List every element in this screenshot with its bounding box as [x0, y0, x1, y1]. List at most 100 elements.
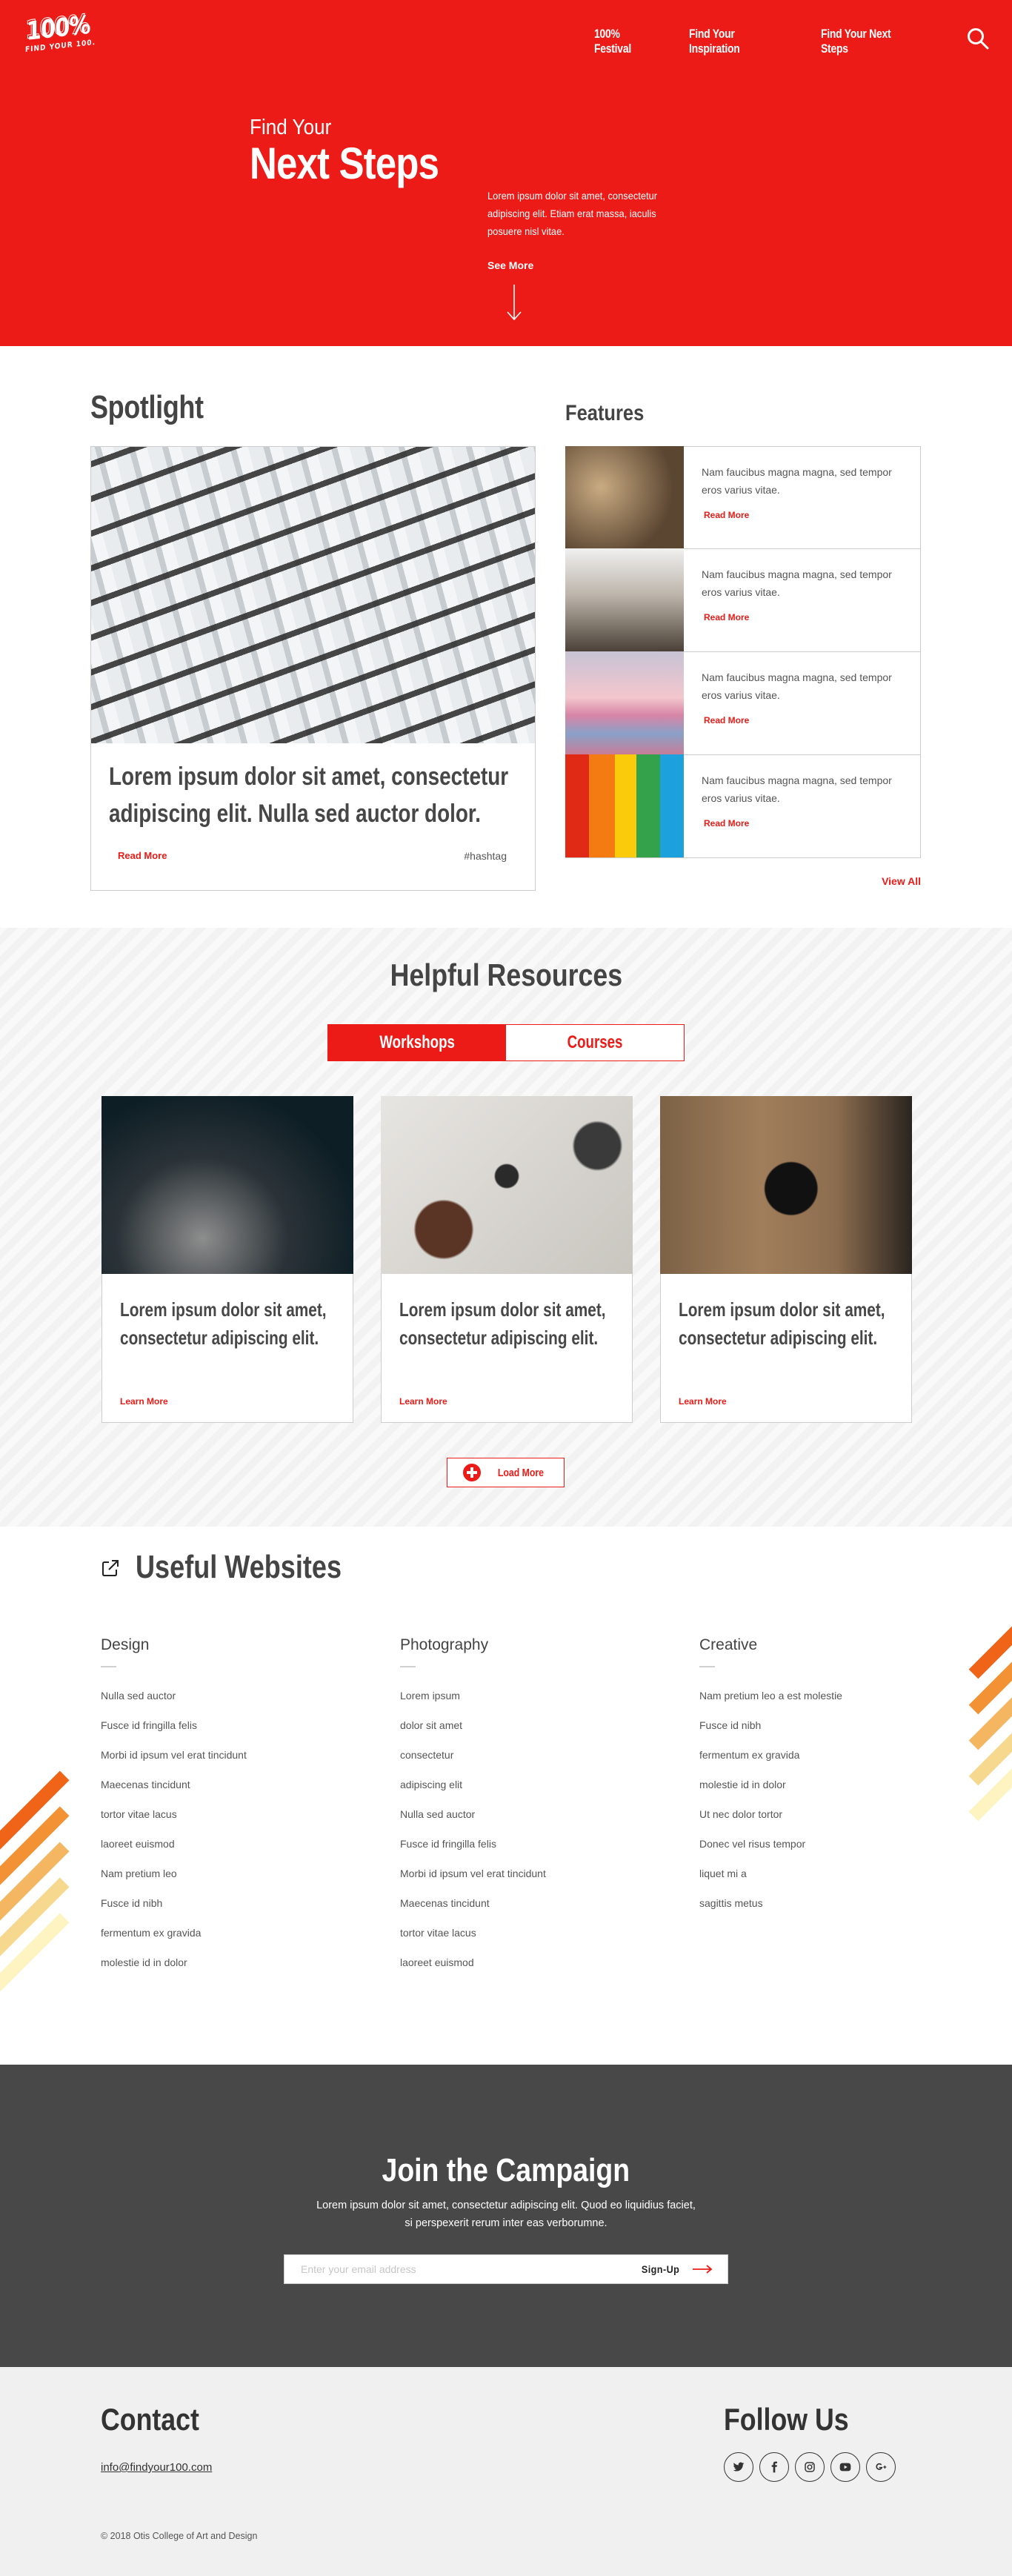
- feature-item[interactable]: Nam faucibus magna magna, sed tempor ero…: [565, 446, 921, 549]
- resource-title-line: Lorem ipsum dolor sit amet,: [120, 1298, 327, 1321]
- nav-find-your-inspiration[interactable]: Find Your Inspiration: [689, 27, 780, 56]
- website-link[interactable]: dolor sit amet: [400, 1718, 652, 1747]
- resource-card[interactable]: Lorem ipsum dolor sit amet, consectetur …: [101, 1096, 353, 1423]
- feature-read-more[interactable]: Read More: [704, 711, 906, 729]
- website-link[interactable]: Maecenas tincidunt: [400, 1896, 652, 1925]
- resource-card[interactable]: Lorem ipsum dolor sit amet, consectetur …: [381, 1096, 633, 1423]
- websites-column-design: Design Nulla sed auctor Fusce id fringil…: [101, 1636, 353, 1985]
- website-link[interactable]: Ut nec dolor tortor: [699, 1807, 951, 1836]
- hero-title: Find Your Next Steps: [250, 116, 472, 187]
- load-more-button[interactable]: Load More: [447, 1458, 565, 1487]
- link-list: Nulla sed auctor Fusce id fringilla feli…: [101, 1688, 353, 1985]
- learn-more-link[interactable]: Learn More: [399, 1396, 447, 1407]
- website-link[interactable]: consectetur: [400, 1747, 652, 1777]
- website-link[interactable]: Nulla sed auctor: [101, 1688, 353, 1718]
- spotlight-title-line: Lorem ipsum dolor sit amet, consectetur: [109, 763, 509, 791]
- websites-column-photography: Photography Lorem ipsum dolor sit amet c…: [400, 1636, 652, 1985]
- website-link[interactable]: fermentum ex gravida: [699, 1747, 951, 1777]
- resource-cards: Lorem ipsum dolor sit amet, consectetur …: [101, 1096, 912, 1423]
- external-link-icon: [102, 1560, 119, 1576]
- website-link[interactable]: liquet mi a: [699, 1866, 951, 1896]
- website-link[interactable]: tortor vitae lacus: [101, 1807, 353, 1836]
- feature-image: [565, 651, 684, 754]
- resources-tabs: Workshops Courses: [327, 1024, 685, 1061]
- feature-item[interactable]: Nam faucibus magna magna, sed tempor ero…: [565, 754, 921, 858]
- website-link[interactable]: Nam pretium leo: [101, 1866, 353, 1896]
- resource-image: [101, 1096, 353, 1274]
- learn-more-link[interactable]: Learn More: [120, 1396, 168, 1407]
- resource-card[interactable]: Lorem ipsum dolor sit amet, consectetur …: [660, 1096, 912, 1423]
- website-link[interactable]: fermentum ex gravida: [101, 1925, 353, 1955]
- twitter-button[interactable]: [724, 2452, 753, 2482]
- tab-workshops[interactable]: Workshops: [328, 1025, 506, 1060]
- instagram-button[interactable]: [795, 2452, 825, 2482]
- website-link[interactable]: Morbi id ipsum vel erat tincidunt: [101, 1747, 353, 1777]
- nav-find-your-next-steps[interactable]: Find Your Next Steps: [821, 27, 912, 56]
- features-heading: Features: [565, 401, 645, 425]
- websites-column-creative: Creative Nam pretium leo a est molestie …: [699, 1636, 951, 1925]
- website-link[interactable]: adipiscing elit: [400, 1777, 652, 1807]
- logo[interactable]: 100% FIND YOUR 100.: [25, 9, 96, 58]
- column-divider: [400, 1666, 416, 1667]
- website-link[interactable]: molestie id in dolor: [101, 1955, 353, 1985]
- resources-heading-text: Helpful Resources: [390, 957, 622, 992]
- website-link[interactable]: molestie id in dolor: [699, 1777, 951, 1807]
- feature-read-more[interactable]: Read More: [704, 608, 906, 626]
- website-link[interactable]: Fusce id fringilla felis: [101, 1718, 353, 1747]
- follow-us-heading: Follow Us: [724, 2402, 849, 2437]
- website-link[interactable]: laoreet euismod: [101, 1836, 353, 1866]
- website-link[interactable]: tortor vitae lacus: [400, 1925, 652, 1955]
- signup-label: Sign-Up: [641, 2263, 680, 2275]
- column-title: Design: [101, 1636, 150, 1653]
- link-list: Nam pretium leo a est molestie Fusce id …: [699, 1688, 951, 1925]
- resource-title: Lorem ipsum dolor sit amet, consectetur …: [679, 1295, 885, 1352]
- search-icon[interactable]: [966, 27, 990, 50]
- signup-form: Sign-Up: [284, 2254, 728, 2284]
- feature-item[interactable]: Nam faucibus magna magna, sed tempor ero…: [565, 651, 921, 755]
- feature-text: Nam faucibus magna magna, sed tempor ero…: [702, 774, 892, 804]
- resource-title-line: consectetur adipiscing elit.: [679, 1327, 878, 1349]
- decorative-stripes-left: [0, 1770, 70, 2007]
- nav-100-festival[interactable]: 100% Festival: [594, 27, 655, 56]
- website-link[interactable]: laoreet euismod: [400, 1955, 652, 1985]
- see-more-link[interactable]: See More: [487, 259, 533, 271]
- spotlight-hashtag[interactable]: #hashtag: [464, 850, 507, 862]
- website-link[interactable]: Fusce id nibh: [101, 1896, 353, 1925]
- website-link[interactable]: Maecenas tincidunt: [101, 1777, 353, 1807]
- tab-courses[interactable]: Courses: [506, 1025, 684, 1060]
- google-plus-button[interactable]: [866, 2452, 896, 2482]
- resource-image: [660, 1096, 912, 1274]
- feature-read-more[interactable]: Read More: [704, 814, 906, 832]
- website-link[interactable]: Morbi id ipsum vel erat tincidunt: [400, 1866, 652, 1896]
- feature-item[interactable]: Nam faucibus magna magna, sed tempor ero…: [565, 548, 921, 652]
- decorative-stripe: [968, 1585, 1012, 1679]
- website-link[interactable]: Fusce id fringilla felis: [400, 1836, 652, 1866]
- facebook-button[interactable]: [759, 2452, 789, 2482]
- twitter-icon: [733, 2462, 745, 2472]
- youtube-button[interactable]: [830, 2452, 860, 2482]
- feature-read-more[interactable]: Read More: [704, 506, 906, 524]
- spotlight-read-more[interactable]: Read More: [118, 850, 167, 861]
- website-link[interactable]: Fusce id nibh: [699, 1718, 951, 1747]
- website-link[interactable]: Lorem ipsum: [400, 1688, 652, 1718]
- decorative-stripes-right: [963, 1585, 1012, 1822]
- social-links: [724, 2452, 896, 2482]
- spotlight-title-line: adipiscing elit. Nulla sed auctor dolor.: [109, 800, 481, 828]
- learn-more-link[interactable]: Learn More: [679, 1396, 727, 1407]
- signup-button[interactable]: Sign-Up: [639, 2263, 713, 2275]
- view-all-link[interactable]: View All: [882, 875, 921, 887]
- hero-header: 100% FIND YOUR 100. 100% Festival Find Y…: [0, 0, 1012, 346]
- useful-websites-heading: Useful Websites: [136, 1549, 342, 1585]
- arrow-down-icon[interactable]: [505, 283, 523, 322]
- email-input[interactable]: [284, 2255, 639, 2283]
- website-link[interactable]: Nulla sed auctor: [400, 1807, 652, 1836]
- website-link[interactable]: Nam pretium leo a est molestie: [699, 1688, 951, 1718]
- spotlight-heading: Spotlight: [90, 389, 204, 425]
- feature-text: Nam faucibus magna magna, sed tempor ero…: [702, 466, 892, 496]
- contact-email-link[interactable]: info@findyour100.com: [101, 2461, 212, 2474]
- resource-title-line: Lorem ipsum dolor sit amet,: [679, 1298, 885, 1321]
- website-link[interactable]: Donec vel risus tempor: [699, 1836, 951, 1866]
- website-link[interactable]: sagittis metus: [699, 1896, 951, 1925]
- spotlight-features-section: Spotlight Lorem ipsum dolor sit amet, co…: [0, 346, 1012, 928]
- spotlight-card[interactable]: Lorem ipsum dolor sit amet, consectetur …: [90, 446, 536, 891]
